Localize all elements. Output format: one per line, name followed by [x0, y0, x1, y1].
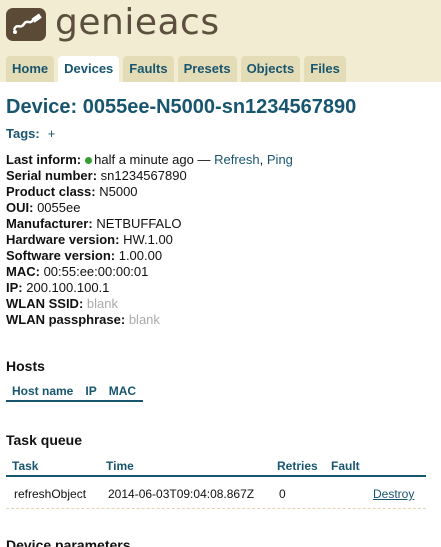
- tags-row: Tags: +: [6, 126, 55, 141]
- tab-faults[interactable]: Faults: [123, 56, 174, 82]
- column-task: Task: [12, 459, 39, 473]
- add-tag-button[interactable]: +: [48, 126, 56, 141]
- ip-label: IP:: [6, 280, 23, 295]
- info-row-software: Software version: 1.00.00: [6, 248, 293, 264]
- wlan-ssid-label: WLAN SSID:: [6, 296, 84, 311]
- info-row-wlan-passphrase: WLAN passphrase: blank: [6, 312, 293, 328]
- hardware-label: Hardware version:: [6, 232, 120, 247]
- device-summary: Last inform: half a minute ago — Refresh,…: [6, 152, 293, 328]
- product-class-value: N5000: [99, 184, 138, 199]
- task-table-header: Task Time Retries Fault: [6, 457, 426, 477]
- wlan-passphrase-value: blank: [128, 312, 160, 327]
- mac-value: 00:55:ee:00:00:01: [43, 264, 149, 279]
- destroy-task-link[interactable]: Destroy: [373, 479, 414, 509]
- software-value: 1.00.00: [118, 248, 163, 263]
- tab-home[interactable]: Home: [6, 56, 55, 82]
- manufacturer-label: Manufacturer:: [6, 216, 93, 231]
- product-class-label: Product class:: [6, 184, 96, 199]
- info-row-product-class: Product class: N5000: [6, 184, 293, 200]
- device-parameters-heading: Device parameters: [6, 537, 131, 547]
- oui-value: 0055ee: [37, 200, 81, 215]
- column-host-name[interactable]: Host name: [6, 382, 79, 400]
- info-row-serial: Serial number: sn1234567890: [6, 168, 293, 184]
- column-mac[interactable]: MAC: [103, 382, 142, 400]
- wlan-passphrase-label: WLAN passphrase:: [6, 312, 126, 327]
- task-retries: 0: [279, 487, 286, 501]
- hosts-heading: Hosts: [6, 358, 45, 374]
- tags-label: Tags:: [6, 126, 40, 141]
- task-time: 2014-06-03T09:04:08.867Z: [108, 487, 255, 501]
- info-row-hardware: Hardware version: HW.1.00: [6, 232, 293, 248]
- wlan-ssid-value: blank: [86, 296, 118, 311]
- column-fault: Fault: [331, 459, 360, 473]
- task-queue-heading: Task queue: [6, 432, 82, 448]
- info-row-wlan-ssid: WLAN SSID: blank: [6, 296, 293, 312]
- comma: ,: [259, 152, 264, 167]
- tab-objects[interactable]: Objects: [240, 56, 301, 82]
- main-tabs: Home Devices Faults Presets Objects File…: [6, 56, 350, 82]
- tab-devices[interactable]: Devices: [58, 56, 120, 82]
- table-row: refreshObject 2014-06-03T09:04:08.867Z 0…: [6, 479, 426, 509]
- column-ip[interactable]: IP: [79, 382, 102, 400]
- genieacs-logo[interactable]: [6, 8, 46, 41]
- last-inform-row: Last inform: half a minute ago — Refresh,…: [6, 152, 293, 168]
- online-status-icon: [85, 156, 93, 164]
- refresh-link[interactable]: Refresh: [214, 152, 260, 167]
- info-row-manufacturer: Manufacturer: NETBUFFALO: [6, 216, 293, 232]
- page-title: Device: 0055ee-N5000-sn1234567890: [6, 96, 357, 118]
- manufacturer-value: NETBUFFALO: [96, 216, 182, 231]
- ping-link[interactable]: Ping: [267, 152, 293, 167]
- info-row-oui: OUI: 0055ee: [6, 200, 293, 216]
- tab-presets[interactable]: Presets: [177, 56, 237, 82]
- serial-label: Serial number:: [6, 168, 98, 183]
- ip-value: 200.100.100.1: [26, 280, 110, 295]
- lamp-icon: [12, 13, 42, 34]
- app-header: genieacs Home Devices Faults Presets Obj…: [0, 0, 441, 82]
- column-retries: Retries: [277, 459, 318, 473]
- tab-files[interactable]: Files: [304, 56, 346, 82]
- software-label: Software version:: [6, 248, 116, 263]
- info-row-mac: MAC: 00:55:ee:00:00:01: [6, 264, 293, 280]
- hardware-value: HW.1.00: [123, 232, 173, 247]
- task-name: refreshObject: [14, 487, 87, 501]
- hosts-table-header: Host name IP MAC: [6, 382, 143, 402]
- last-inform-label: Last inform:: [6, 152, 82, 167]
- oui-label: OUI:: [6, 200, 34, 215]
- column-time: Time: [106, 459, 134, 473]
- separator: —: [197, 152, 211, 167]
- brand-name: genieacs: [55, 2, 220, 43]
- info-row-ip: IP: 200.100.100.1: [6, 280, 293, 296]
- last-inform-value: half a minute ago: [94, 152, 194, 167]
- mac-label: MAC:: [6, 264, 40, 279]
- serial-value: sn1234567890: [100, 168, 187, 183]
